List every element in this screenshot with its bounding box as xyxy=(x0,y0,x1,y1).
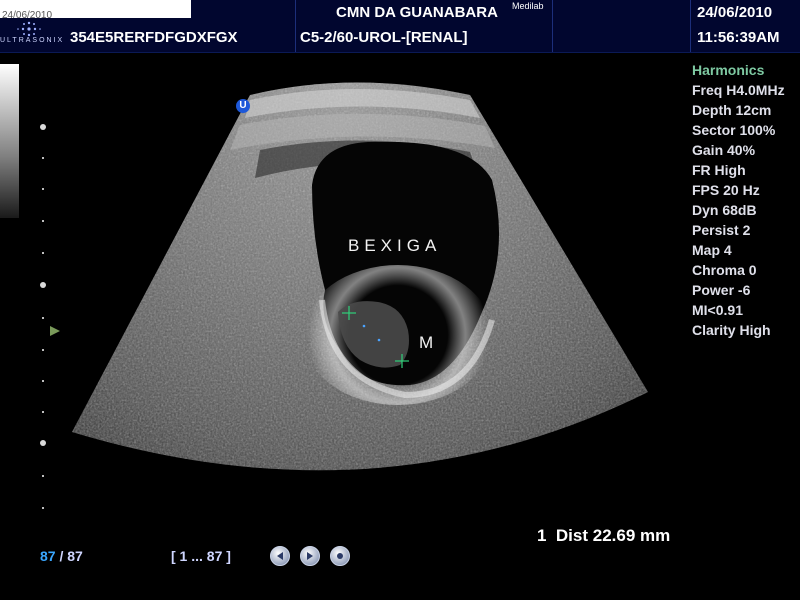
annotation-bladder[interactable]: BEXIGA xyxy=(348,236,441,256)
param-gain: Gain 40% xyxy=(692,142,756,158)
param-map: Map 4 xyxy=(692,242,732,258)
rewind-icon xyxy=(277,552,283,560)
param-chroma: Chroma 0 xyxy=(692,262,757,278)
param-dynamic-range: Dyn 68dB xyxy=(692,202,757,218)
patient-id: 354E5RERFDFGDXFGX xyxy=(70,29,238,46)
param-depth: Depth 12cm xyxy=(692,102,772,118)
header-bar: 24/06/2010 ULTRASONIX 354E5RERFDFGDXFGX … xyxy=(0,0,800,53)
ultrasound-screen: 24/06/2010 ULTRASONIX 354E5RERFDFGDXFGX … xyxy=(0,0,800,600)
param-persistence: Persist 2 xyxy=(692,222,751,238)
current-frame: 87 xyxy=(40,548,56,564)
clinic-superscript: Medilab xyxy=(512,1,544,11)
param-sector: Sector 100% xyxy=(692,122,776,138)
header-divider xyxy=(552,0,553,52)
distance-measurement: 1 Dist 22.69 mm xyxy=(537,526,671,545)
frame-separator: / xyxy=(55,548,68,564)
logo-text: ULTRASONIX xyxy=(0,37,65,44)
param-clarity: Clarity High xyxy=(692,322,771,338)
annotation-mass[interactable]: M xyxy=(419,333,433,353)
exam-preset: C5-2/60-UROL-[RENAL] xyxy=(300,29,468,46)
exam-time: 11:56:39AM xyxy=(697,29,780,46)
header-divider xyxy=(690,0,691,52)
param-power: Power -6 xyxy=(692,282,751,298)
cine-rewind-button[interactable] xyxy=(270,546,290,566)
imaging-parameters-panel: Harmonics Freq H4.0MHz Depth 12cm Sector… xyxy=(692,60,800,340)
param-frame-rate: FR High xyxy=(692,162,746,178)
orientation-marker-icon: U xyxy=(236,99,250,113)
caliper-path-dot xyxy=(377,338,381,342)
param-harmonics: Harmonics xyxy=(692,62,765,78)
param-frequency: Freq H4.0MHz xyxy=(692,82,785,98)
frame-range: [ 1 ... 87 ] xyxy=(171,548,231,564)
cine-play-button[interactable] xyxy=(300,546,320,566)
frame-counter: 87 / 87 xyxy=(40,548,83,564)
param-mechanical-index: MI<0.91 xyxy=(692,302,743,318)
ultrasonix-logo-icon xyxy=(17,21,41,37)
exam-date: 24/06/2010 xyxy=(697,4,773,21)
stop-icon xyxy=(337,553,343,559)
play-icon xyxy=(307,552,313,560)
total-frames: 87 xyxy=(67,548,83,564)
param-fps: FPS 20 Hz xyxy=(692,182,760,198)
caliper-path-dot xyxy=(362,324,366,328)
ultrasound-image[interactable] xyxy=(0,52,690,522)
header-divider xyxy=(295,0,296,52)
cine-stop-button[interactable] xyxy=(330,546,350,566)
clinic-name: CMN DA GUANABARA xyxy=(336,4,498,21)
